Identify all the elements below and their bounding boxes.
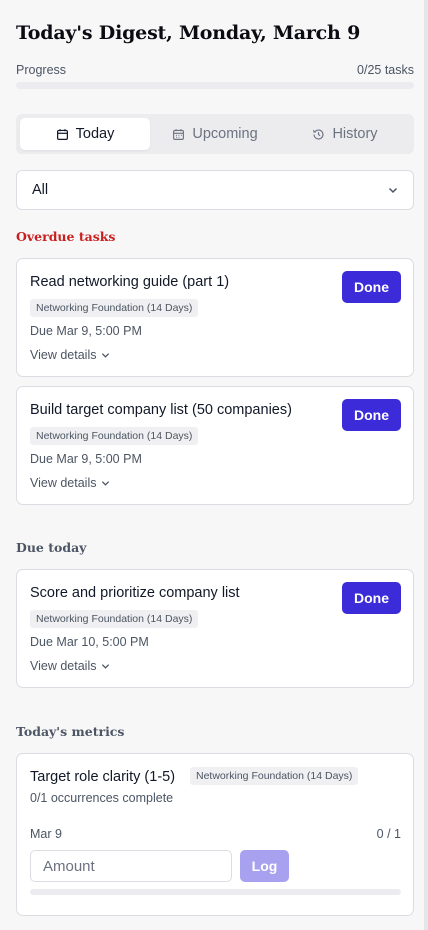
task-card: Score and prioritize company list Done N… <box>16 569 414 688</box>
done-button[interactable]: Done <box>342 271 401 303</box>
task-card: Build target company list (50 companies)… <box>16 386 414 505</box>
task-due-date: Due Mar 10, 5:00 PM <box>30 635 149 649</box>
chevron-down-icon <box>388 187 398 194</box>
tab-history[interactable]: History <box>280 118 410 150</box>
task-due-date: Due Mar 9, 5:00 PM <box>30 452 142 466</box>
metric-progress-bar <box>30 889 401 895</box>
progress-count: 0/25 tasks <box>357 63 414 77</box>
tab-upcoming-label: Upcoming <box>192 126 258 142</box>
scrollbar[interactable] <box>424 0 428 930</box>
program-badge: Networking Foundation (14 Days) <box>30 610 199 628</box>
view-details-toggle[interactable]: View details <box>30 476 110 490</box>
calendar-grid-icon <box>173 128 185 140</box>
metric-count: 0 / 1 <box>376 827 401 841</box>
tab-today-label: Today <box>75 126 115 142</box>
log-button[interactable]: Log <box>240 850 289 882</box>
program-badge: Networking Foundation (14 Days) <box>190 767 359 785</box>
metric-card: Target role clarity (1-5) Networking Fou… <box>16 753 414 916</box>
filter-selected-value: All <box>32 182 49 198</box>
overdue-section-title: Overdue tasks <box>16 229 116 244</box>
tab-history-label: History <box>332 126 378 142</box>
chevron-down-icon <box>102 352 110 358</box>
view-details-label: View details <box>30 476 97 490</box>
amount-input[interactable] <box>30 850 232 882</box>
view-details-label: View details <box>30 659 97 673</box>
done-button[interactable]: Done <box>342 582 401 614</box>
task-title: Build target company list (50 companies) <box>30 402 292 418</box>
task-title: Score and prioritize company list <box>30 585 240 601</box>
chevron-down-icon <box>102 663 110 669</box>
metrics-section-title: Today's metrics <box>16 724 125 739</box>
task-title: Read networking guide (part 1) <box>30 274 230 290</box>
filter-select[interactable]: All <box>16 170 414 210</box>
view-details-toggle[interactable]: View details <box>30 659 110 673</box>
history-icon <box>313 128 324 140</box>
task-card: Read networking guide (part 1) Done Netw… <box>16 258 414 377</box>
view-details-toggle[interactable]: View details <box>30 348 110 362</box>
page-title: Today's Digest, Monday, March 9 <box>16 22 361 44</box>
calendar-icon <box>56 128 68 140</box>
program-badge: Networking Foundation (14 Days) <box>30 299 199 317</box>
program-badge: Networking Foundation (14 Days) <box>30 427 199 445</box>
metric-title: Target role clarity (1-5) <box>30 769 176 785</box>
chevron-down-icon <box>102 480 110 486</box>
metric-occurrences: 0/1 occurrences complete <box>30 791 174 805</box>
view-tabs: Today Upcoming History <box>16 114 414 154</box>
due-today-section-title: Due today <box>16 540 87 555</box>
done-button[interactable]: Done <box>342 399 401 431</box>
view-details-label: View details <box>30 348 97 362</box>
metric-date: Mar 9 <box>30 827 62 841</box>
progress-bar <box>16 82 414 89</box>
tab-today[interactable]: Today <box>20 118 150 150</box>
task-due-date: Due Mar 9, 5:00 PM <box>30 324 142 338</box>
tab-upcoming[interactable]: Upcoming <box>150 118 280 150</box>
progress-label: Progress <box>16 63 67 77</box>
